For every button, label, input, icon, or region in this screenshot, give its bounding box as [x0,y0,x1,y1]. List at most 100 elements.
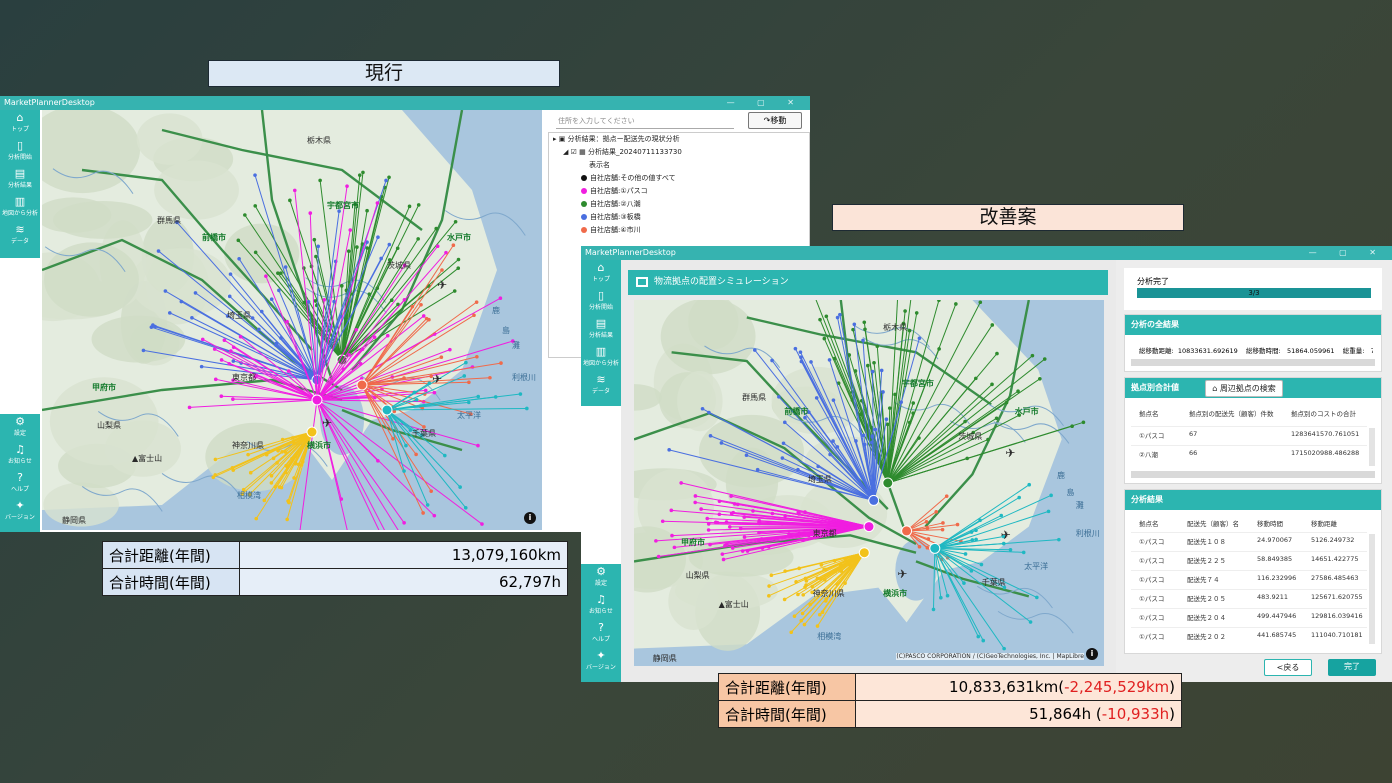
legend-item[interactable]: 自社店舗:④市川 [549,224,809,237]
sidebar-item-help[interactable]: ? ヘルプ [581,620,621,648]
table-cell: ①パスコ [1139,576,1165,584]
v-scrollbar[interactable] [1369,534,1375,644]
table-cell: ②八潮 [1139,451,1158,459]
address-input[interactable]: 住所を入力してください [556,114,734,129]
customer-point [231,345,236,350]
nearby-search-button[interactable]: ⌂ 周辺拠点の検索 [1205,380,1283,397]
customer-point [963,419,967,424]
sidebar-item-sparkle[interactable]: ✦ バージョン [581,648,621,676]
customer-point [1046,509,1051,514]
route-map[interactable]: 栃木県 群馬県 茨城県 埼玉県 東京都 千葉県 山梨県 神奈川県 静岡県 宇都宮市 前橋市 水戸市 甲府… [42,110,542,530]
sidebar-item-file-plus[interactable]: ▯ 分析開始 [0,138,40,166]
customer-point [974,528,978,533]
current-summary-table: 合計距離(年間) 13,079,160km 合計時間(年間) 62,797h [102,541,568,596]
map-label: 鹿 [1057,470,1065,480]
table-cell: 66 [1189,449,1198,457]
customer-point [387,175,391,180]
customer-point [816,464,820,469]
sidebar-label: バージョン [586,664,616,671]
v-scrollbar[interactable] [1369,428,1375,466]
help-icon: ? [598,621,604,634]
customer-point [277,288,281,293]
sidebar-item-gear[interactable]: ⚙ 設定 [581,564,621,592]
customer-point [488,375,492,380]
map-label: 埼玉県 [807,475,832,485]
sidebar-item-chart-file[interactable]: ▤ 分析結果 [581,316,621,344]
window-controls[interactable]: — ▢ ✕ [727,96,804,110]
customer-point [346,249,351,253]
column-header[interactable]: 拠点名 [1139,518,1159,528]
customer-point [153,324,157,329]
customer-point [731,510,736,515]
sidebar-item-home[interactable]: ⌂ トップ [581,260,621,288]
column-header[interactable]: 拠点別の配送先（顧客）件数 [1189,408,1274,418]
sidebar-item-file-plus[interactable]: ▯ 分析開始 [581,288,621,316]
column-header[interactable]: 移動時間 [1257,518,1283,528]
route-line [341,259,459,361]
tree-child[interactable]: ◢ ☑ ▦ 分析結果_20240711133730 [549,146,809,159]
customer-point [672,545,677,550]
sidebar-item-sparkle[interactable]: ✦ バージョン [0,498,40,526]
sidebar-item-database[interactable]: ≋ データ [0,222,40,250]
tree-root[interactable]: ▸ ▣ 分析結果：拠点ー配送先の現状分析 [549,133,809,146]
customer-point [213,457,218,462]
terrain [154,160,239,220]
sidebar-item-database[interactable]: ≋ データ [581,372,621,400]
customer-point [348,228,353,232]
customer-point [809,360,813,364]
customer-point [981,638,986,643]
sidebar-item-home[interactable]: ⌂ トップ [0,110,40,138]
back-button[interactable]: <戻る [1264,659,1312,676]
customer-point [283,265,288,269]
customer-point [654,539,658,543]
info-icon[interactable]: i [1086,648,1098,660]
customer-point [656,554,661,559]
window-controls[interactable]: — ▢ ✕ [1309,246,1386,260]
customer-point [474,300,479,304]
customer-point [827,358,832,362]
sidebar-item-gear[interactable]: ⚙ 設定 [0,414,40,442]
sidebar-item-help[interactable]: ? ヘルプ [0,470,40,498]
file-plus-icon: ▯ [597,289,605,302]
customer-point [801,593,806,597]
customer-point [822,578,827,582]
info-icon[interactable]: i [524,512,536,524]
customer-point [799,618,804,623]
sidebar-top: ⌂ トップ ▯ 分析開始 ▤ 分析結果 ▥ 地図から分析 ≋ データ [581,260,621,406]
customer-point [780,456,785,460]
customer-point [499,361,503,365]
column-header[interactable]: 拠点別のコストの合計 [1291,408,1356,418]
sidebar-label: データ [591,388,610,395]
customer-point [269,474,274,478]
h-scrollbar[interactable] [1131,471,1375,478]
move-button[interactable]: ↷移動 [748,112,802,129]
map-label: 宇都宮市 [901,379,934,389]
sidebar-item-bell[interactable]: ♫ お知らせ [0,442,40,470]
customer-point [744,453,749,458]
legend-item[interactable]: 自社店舗:③板橋 [549,211,809,224]
legend-item[interactable]: 自社店舗:②八潮 [549,198,809,211]
customer-point [200,337,205,342]
sidebar-item-bell[interactable]: ♫ お知らせ [581,592,621,620]
column-header[interactable]: 移動距離 [1311,518,1337,528]
customer-point [439,355,444,360]
map-label: 埼玉県 [227,311,251,320]
h-scrollbar[interactable] [1131,359,1375,366]
legend-item[interactable]: 自社店舗:その他の値すべて [549,172,809,185]
customer-point [875,344,880,349]
customer-point [375,286,380,290]
time-label: 合計時間(年間) [102,568,240,596]
sidebar-item-map[interactable]: ▥ 地図から分析 [0,194,40,222]
map-label: 甲府市 [92,383,116,392]
column-header[interactable]: 配送先（顧客）名 [1187,518,1239,528]
legend-item[interactable]: 自社店舗:①パスコ [549,185,809,198]
sidebar-item-chart-file[interactable]: ▤ 分析結果 [0,166,40,194]
distance-label: 合計距離(年間) [102,541,240,569]
column-header[interactable]: 拠点名 [1139,408,1159,418]
simulation-map[interactable]: 栃木県 群馬県 茨城県 埼玉県 東京都 千葉県 山梨県 神奈川県 静岡県 宇都宮市 前橋市 水戸市 甲府… [634,300,1104,666]
sidebar-item-map[interactable]: ▥ 地図から分析 [581,344,621,372]
customer-point [815,576,820,581]
done-button[interactable]: 完了 [1328,659,1376,676]
table-cell: 配送先２０５ [1187,595,1226,603]
customer-point [365,208,369,213]
